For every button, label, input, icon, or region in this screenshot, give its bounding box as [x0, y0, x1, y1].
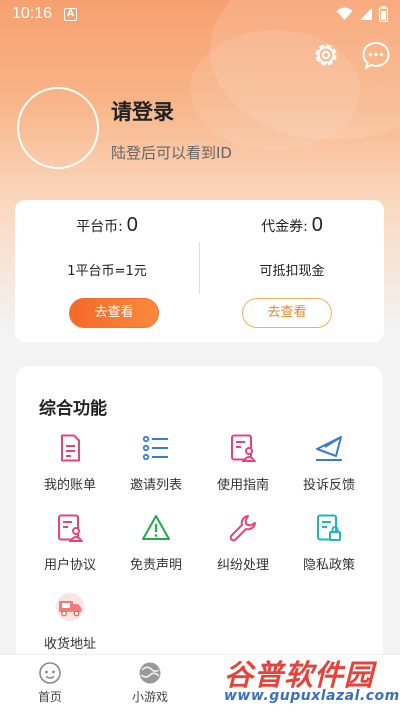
voucher-view-button[interactable]: 去查看 — [242, 298, 332, 328]
feature-label: 用户协议 — [43, 558, 96, 573]
status-bar: 10:16 A — [0, 0, 400, 28]
bill-icon — [61, 434, 80, 462]
features-card: 综合功能 我的账单 邀请列表 使用指南 投诉反馈 用户协议 免责声明 纠纷处理 … — [16, 366, 383, 666]
platform-coin-view-button[interactable]: 去查看 — [69, 298, 159, 328]
voucher-section: 代金券: 0 可抵扣现金 去查看 — [200, 200, 384, 342]
login-subtitle: 陆登后可以看到ID — [111, 144, 232, 162]
wrench-icon — [229, 515, 256, 542]
feature-label: 投诉反馈 — [302, 478, 355, 493]
feature-disclaimer[interactable]: 免责声明 — [113, 513, 199, 573]
notification-badge-icon: A — [64, 7, 78, 21]
login-title[interactable]: 请登录 — [111, 96, 174, 126]
game-icon — [139, 662, 161, 684]
home-icon — [39, 662, 61, 684]
feature-dispute-handling[interactable]: 纠纷处理 — [200, 513, 286, 573]
feature-delivery-address[interactable]: 收货地址 — [27, 592, 113, 652]
nav-label: 首页 — [37, 690, 62, 704]
wallet-card: 平台币: 0 1平台币=1元 去查看 代金券: 0 可抵扣现金 去查看 — [15, 200, 384, 342]
feature-label: 使用指南 — [216, 478, 269, 493]
status-time: 10:16 — [12, 5, 53, 22]
agreement-icon — [58, 514, 84, 542]
message-icon[interactable] — [361, 40, 391, 70]
feature-label: 免责声明 — [129, 558, 182, 573]
delivery-truck-icon — [56, 593, 84, 621]
feature-label: 纠纷处理 — [216, 558, 269, 573]
voucher-label: 代金券: — [261, 219, 308, 235]
watermark-logo: 谷普软件园 www.gupuxlazal.com — [214, 650, 399, 708]
warning-icon — [142, 515, 170, 540]
platform-coin-section: 平台币: 0 1平台币=1元 去查看 — [15, 200, 199, 342]
features-title: 综合功能 — [39, 399, 107, 419]
feature-label: 邀请列表 — [129, 478, 182, 493]
nav-label: 小游戏 — [131, 690, 168, 704]
platform-coin-value: 0 — [126, 214, 138, 236]
feature-privacy-policy[interactable]: 隐私政策 — [286, 513, 372, 573]
wifi-icon — [336, 7, 353, 20]
list-icon — [142, 435, 168, 461]
feature-user-agreement[interactable]: 用户协议 — [27, 513, 113, 573]
nav-home[interactable]: 首页 — [10, 661, 90, 705]
voucher-desc: 可抵扣现金 — [259, 264, 325, 279]
feature-label: 我的账单 — [43, 478, 96, 493]
settings-gear-icon[interactable] — [311, 40, 341, 70]
platform-coin-rate: 1平台币=1元 — [67, 264, 147, 279]
feature-my-bill[interactable]: 我的账单 — [27, 433, 113, 493]
nav-mini-games[interactable]: 小游戏 — [110, 661, 190, 705]
feature-complaint-feedback[interactable]: 投诉反馈 — [286, 433, 372, 493]
guide-icon — [231, 434, 257, 462]
feature-label: 隐私政策 — [302, 558, 355, 573]
feature-invite-list[interactable]: 邀请列表 — [113, 433, 199, 493]
watermark-url: www.gupuxlazal.com — [224, 688, 400, 704]
feature-user-guide[interactable]: 使用指南 — [200, 433, 286, 493]
signal-icon — [360, 8, 372, 20]
feature-label: 收货地址 — [43, 637, 96, 652]
voucher-value: 0 — [311, 214, 323, 236]
avatar[interactable] — [17, 87, 99, 169]
platform-coin-label: 平台币: — [76, 219, 123, 235]
battery-icon — [379, 6, 388, 22]
feedback-icon — [316, 436, 342, 461]
privacy-icon — [317, 514, 341, 541]
